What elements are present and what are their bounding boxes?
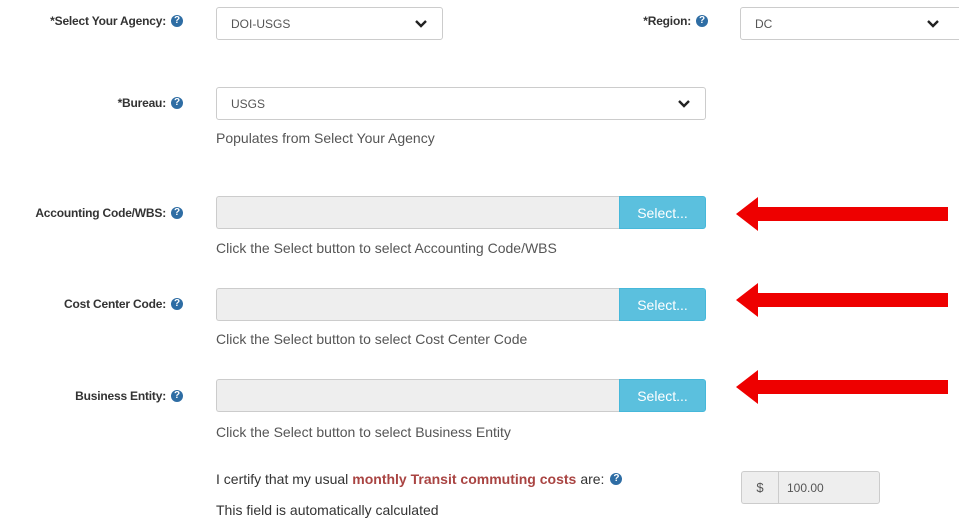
transit-cost-highlight: monthly Transit commuting costs: [352, 471, 577, 487]
bureau-label: *Bureau: ?: [118, 96, 183, 110]
red-arrow-icon: [736, 283, 948, 317]
certify-statement: I certify that my usual monthly Transit …: [216, 471, 623, 487]
business-entity-group: Select...: [216, 379, 706, 412]
chevron-down-icon: [415, 19, 427, 28]
chevron-down-icon: [678, 99, 690, 108]
help-icon[interactable]: ?: [171, 15, 183, 27]
business-entity-label: Business Entity: ?: [75, 389, 183, 403]
business-entity-input[interactable]: [216, 379, 619, 412]
region-label: *Region: ?: [643, 14, 708, 28]
chevron-down-icon: [927, 19, 939, 28]
red-arrow-icon: [736, 197, 948, 231]
agency-select[interactable]: DOI-USGS: [216, 7, 443, 40]
transit-cost-field: $ 100.00: [741, 471, 880, 504]
help-icon[interactable]: ?: [171, 97, 183, 109]
cost-center-help-text: Click the Select button to select Cost C…: [216, 331, 528, 347]
bureau-help-text: Populates from Select Your Agency: [216, 130, 435, 146]
cost-center-label: Cost Center Code: ?: [64, 297, 183, 311]
auto-calculated-note: This field is automatically calculated: [216, 502, 439, 518]
accounting-code-select-button[interactable]: Select...: [619, 196, 706, 229]
accounting-code-help-text: Click the Select button to select Accoun…: [216, 240, 557, 256]
help-icon[interactable]: ?: [171, 298, 183, 310]
agency-select-value: DOI-USGS: [231, 16, 291, 31]
cost-center-group: Select...: [216, 288, 706, 321]
help-icon[interactable]: ?: [696, 15, 708, 27]
accounting-code-group: Select...: [216, 196, 706, 229]
cost-center-input[interactable]: [216, 288, 619, 321]
accounting-code-input[interactable]: [216, 196, 619, 229]
accounting-code-label: Accounting Code/WBS: ?: [35, 206, 183, 220]
red-arrow-icon: [736, 370, 948, 404]
help-icon[interactable]: ?: [610, 473, 623, 485]
help-icon[interactable]: ?: [171, 390, 183, 402]
bureau-select-value: USGS: [231, 96, 266, 111]
help-icon[interactable]: ?: [171, 207, 183, 219]
currency-addon: $: [741, 471, 778, 504]
business-entity-help-text: Click the Select button to select Busine…: [216, 424, 511, 440]
agency-label: *Select Your Agency: ?: [50, 14, 183, 28]
bureau-select[interactable]: USGS: [216, 87, 706, 120]
region-select-value: DC: [755, 16, 773, 31]
cost-center-select-button[interactable]: Select...: [619, 288, 706, 321]
business-entity-select-button[interactable]: Select...: [619, 379, 706, 412]
transit-cost-value: 100.00: [778, 471, 880, 504]
region-select[interactable]: DC: [740, 7, 959, 40]
